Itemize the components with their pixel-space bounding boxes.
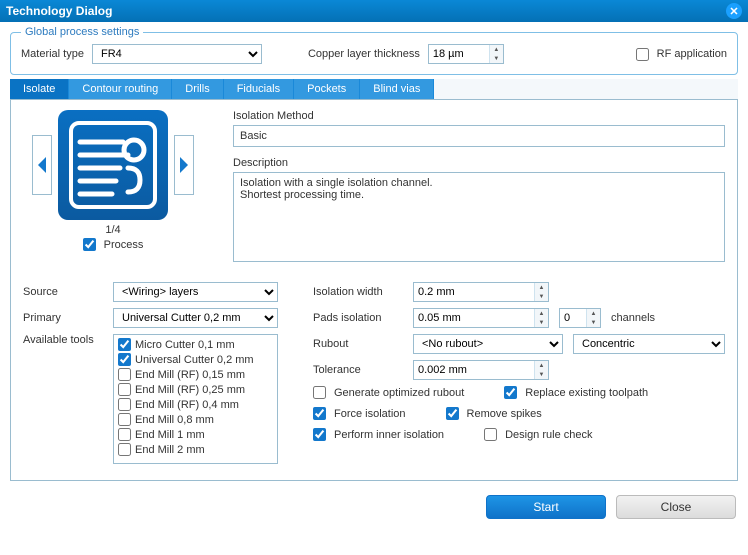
rubout-mode-select[interactable]: Concentric [573,334,725,354]
tab-pockets[interactable]: Pockets [294,79,360,99]
primary-label: Primary [23,312,113,324]
rubout-select[interactable]: <No rubout> [413,334,563,354]
material-type-label: Material type [21,48,84,60]
design-rule-check-checkbox[interactable]: Design rule check [484,428,592,441]
replace-existing-toolpath-checkbox[interactable]: Replace existing toolpath [504,386,648,399]
close-button[interactable]: Close [616,495,736,519]
preview-next-button[interactable] [174,135,194,195]
spin-down-icon[interactable]: ▼ [490,54,503,63]
description-label: Description [233,157,725,169]
preview-prev-button[interactable] [32,135,52,195]
list-item[interactable]: End Mill 2 mm [116,442,275,457]
tab-isolate[interactable]: Isolate [10,79,69,99]
start-button[interactable]: Start [486,495,606,519]
tab-contour-routing[interactable]: Contour routing [69,79,172,99]
tolerance-field[interactable]: ▲▼ [413,360,549,380]
chevron-left-icon [36,156,48,174]
list-item[interactable]: End Mill 1 mm [116,427,275,442]
source-select[interactable]: <Wiring> layers [113,282,278,302]
rubout-label: Rubout [313,338,403,350]
available-tools-list[interactable]: Micro Cutter 0,1 mmUniversal Cutter 0,2 … [113,334,278,464]
list-item[interactable]: End Mill (RF) 0,15 mm [116,367,275,382]
isolation-preview-thumbnail [58,110,168,220]
channels-label: channels [611,312,655,324]
chevron-right-icon [178,156,190,174]
pcb-isolation-icon [68,120,158,210]
force-isolation-checkbox[interactable]: Force isolation [313,407,406,420]
tab-bar: Isolate Contour routing Drills Fiducials… [10,79,738,99]
available-tools-label: Available tools [23,334,113,346]
remove-spikes-checkbox[interactable]: Remove spikes [446,407,542,420]
close-icon[interactable]: ✕ [726,3,742,19]
tab-drills[interactable]: Drills [172,79,223,99]
list-item[interactable]: End Mill 0,8 mm [116,412,275,427]
pads-isolation-field[interactable]: ▲▼ [413,308,549,328]
spin-up-icon[interactable]: ▲ [490,45,503,54]
material-type-select[interactable]: FR4 [92,44,262,64]
pads-isolation-label: Pads isolation [313,312,403,324]
perform-inner-isolation-checkbox[interactable]: Perform inner isolation [313,428,444,441]
tab-blind-vias[interactable]: Blind vias [360,79,434,99]
generate-optimized-rubout-checkbox[interactable]: Generate optimized rubout [313,386,464,399]
primary-select[interactable]: Universal Cutter 0,2 mm [113,308,278,328]
list-item[interactable]: Universal Cutter 0,2 mm [116,352,275,367]
pads-channels-field[interactable]: ▲▼ [559,308,601,328]
list-item[interactable]: End Mill (RF) 0,25 mm [116,382,275,397]
copper-thickness-field[interactable]: ▲▼ [428,44,504,64]
preview-counter: 1/4 [105,224,120,236]
description-field: Isolation with a single isolation channe… [233,172,725,262]
tolerance-label: Tolerance [313,364,403,376]
process-checkbox[interactable]: Process [83,238,144,251]
isolation-method-field[interactable]: Basic [233,125,725,147]
source-label: Source [23,286,113,298]
copper-thickness-label: Copper layer thickness [308,48,420,60]
global-settings-group: Global process settings Material type FR… [10,26,738,75]
isolation-width-field[interactable]: ▲▼ [413,282,549,302]
rf-application-checkbox[interactable]: RF application [636,48,727,61]
isolation-method-label: Isolation Method [233,110,725,122]
tab-fiducials[interactable]: Fiducials [224,79,294,99]
global-settings-legend: Global process settings [21,26,143,38]
isolation-width-label: Isolation width [313,286,403,298]
dialog-title: Technology Dialog [6,4,112,18]
list-item[interactable]: Micro Cutter 0,1 mm [116,337,275,352]
list-item[interactable]: End Mill (RF) 0,4 mm [116,397,275,412]
